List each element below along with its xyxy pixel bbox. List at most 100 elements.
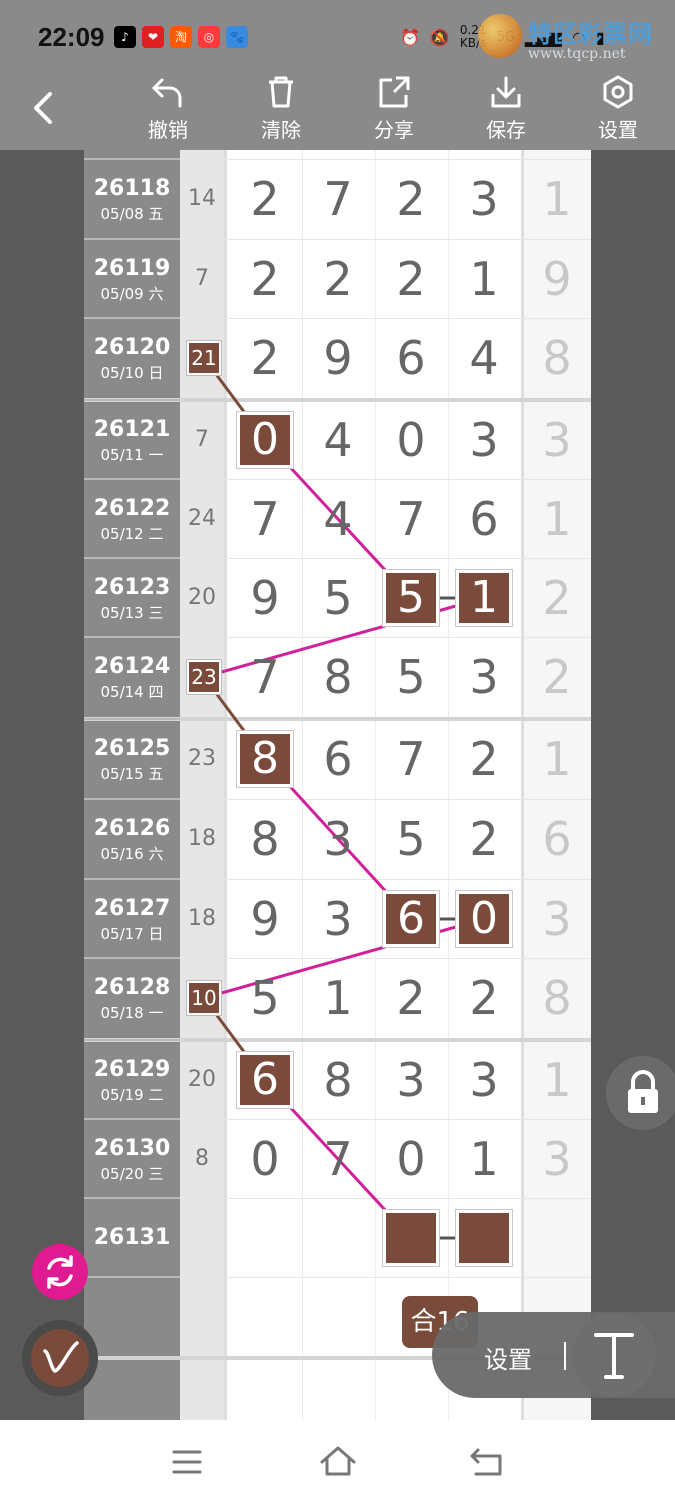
tail-cell: 3: [542, 1132, 572, 1186]
share-label: 分享: [374, 118, 414, 142]
undo-icon: [152, 78, 182, 108]
back-arrow-icon: [470, 1448, 502, 1476]
watermark: 特区彩票网 www.tqcp.net: [478, 10, 668, 68]
digit-cell: 3: [469, 650, 499, 704]
digit-cell: 3: [323, 892, 353, 946]
tail-cell: 1: [542, 732, 572, 786]
digit-cell: 2: [469, 812, 499, 866]
status-bar: 22:09 ♪❤淘◎🐾 ⏰ 🔕 0.21 KB/s 5G ▂▄▆ ◠ ▮ 特区彩…: [0, 0, 675, 72]
menu-button[interactable]: [160, 1444, 214, 1480]
trend-table[interactable]: 26118 05/08 五 14 2 7 2 3 1 26119 05/09 六 7 2 2 2 1 9 261…: [84, 150, 591, 1420]
sum-value: 18: [188, 826, 216, 851]
issue-number: 26126: [93, 816, 171, 841]
issue-cell: 26123 05/13 三: [84, 575, 180, 623]
sum-value: 18: [188, 906, 216, 931]
back-button[interactable]: [22, 86, 66, 130]
sum-value: 23: [188, 746, 216, 771]
digit-cell: 7: [250, 650, 280, 704]
digit-cell: 9: [250, 571, 280, 625]
digit-cell: 2: [469, 732, 499, 786]
digit-cell: 5: [323, 571, 353, 625]
digit-cell: 7: [323, 1132, 353, 1186]
toolbar: 撤销 清除 分享 保存 设置: [0, 72, 675, 150]
issue-number: 26122: [93, 496, 171, 521]
refresh-icon: [47, 1255, 73, 1289]
watermark-logo-icon: [478, 14, 522, 58]
text-icon: [594, 1333, 634, 1379]
clock: 22:09: [38, 22, 105, 52]
clear-button[interactable]: 清除: [241, 72, 321, 150]
undo-button[interactable]: 撤销: [128, 72, 208, 150]
digit-cell: 8: [250, 812, 280, 866]
mute-icon: 🔕: [429, 27, 450, 47]
digit-cell: 0: [396, 413, 426, 467]
digit-cell: 1: [323, 971, 353, 1025]
pen-stroke-icon: [43, 1341, 79, 1373]
refresh-button[interactable]: [32, 1244, 88, 1300]
tiktok-icon: ♪: [114, 26, 136, 48]
sum-highlight: 21: [187, 341, 221, 375]
issue-number: 26123: [93, 575, 171, 600]
digit-highlight: 6: [383, 891, 439, 947]
tail-cell: 3: [542, 413, 572, 467]
tail-cell: 2: [542, 571, 572, 625]
digit-cell: 6: [323, 732, 353, 786]
save-label: 保存: [486, 118, 526, 142]
tail-cell: 6: [542, 812, 572, 866]
navigation-bar: [0, 1420, 675, 1500]
issue-date: 05/09 六: [100, 285, 164, 303]
issue-number: 26131: [93, 1225, 171, 1250]
issue-number: 26129: [93, 1057, 171, 1082]
tail-cell: 1: [542, 492, 572, 546]
paw-app-icon: 🐾: [226, 26, 248, 48]
issue-cell: 26122 05/12 二: [84, 496, 180, 544]
sum-value: 8: [195, 1146, 209, 1171]
settings-pill-divider: [564, 1342, 566, 1370]
text-tool-button[interactable]: [572, 1313, 656, 1397]
issue-date: 05/20 三: [100, 1165, 164, 1183]
issue-number: 26128: [93, 975, 171, 1000]
issue-date: 05/11 一: [100, 446, 164, 464]
sum-value: 20: [188, 1067, 216, 1092]
digit-cell: 6: [396, 331, 426, 385]
settings-button[interactable]: 设置: [578, 72, 658, 150]
sum-value: 7: [195, 266, 209, 291]
pen-button-inner: [31, 1329, 89, 1387]
digit-cell: 3: [396, 1053, 426, 1107]
digit-cell: 0: [250, 1132, 280, 1186]
digit-cell: 0: [396, 1132, 426, 1186]
digit-cell: 7: [250, 492, 280, 546]
issue-date: 05/10 日: [100, 364, 164, 382]
sum-value: 7: [195, 427, 209, 452]
issue-number: 26121: [93, 417, 171, 442]
digit-cell: 7: [396, 492, 426, 546]
issue-cell: 26120 05/10 日: [84, 335, 180, 383]
digit-cell: 6: [469, 492, 499, 546]
digit-highlight: 8: [237, 731, 293, 787]
issue-number: 26127: [93, 896, 171, 921]
save-button[interactable]: 保存: [466, 72, 546, 150]
digit-highlight: [383, 1210, 439, 1266]
lock-button[interactable]: [606, 1056, 675, 1130]
digit-highlight: 1: [456, 570, 512, 626]
digit-cell: 7: [396, 732, 426, 786]
heart-app-icon: ❤: [142, 26, 164, 48]
digit-cell: 5: [396, 812, 426, 866]
tail-cell: 3: [542, 892, 572, 946]
pen-button[interactable]: [22, 1320, 98, 1396]
trash-icon: [269, 76, 293, 108]
digit-cell: 9: [250, 892, 280, 946]
sum-highlight: 10: [187, 981, 221, 1015]
watermark-url: www.tqcp.net: [528, 46, 626, 62]
sum-value: 20: [188, 585, 216, 610]
share-button[interactable]: 分享: [354, 72, 434, 150]
digit-cell: 4: [469, 331, 499, 385]
sum-highlight: 23: [187, 660, 221, 694]
home-button[interactable]: [310, 1440, 366, 1484]
back-nav-button[interactable]: [460, 1442, 516, 1482]
issue-cell: 26127 05/17 日: [84, 896, 180, 944]
digit-cell: 2: [323, 252, 353, 306]
digit-cell: 2: [250, 172, 280, 226]
home-icon: [320, 1446, 356, 1476]
settings-hexagon-icon: [603, 75, 633, 109]
